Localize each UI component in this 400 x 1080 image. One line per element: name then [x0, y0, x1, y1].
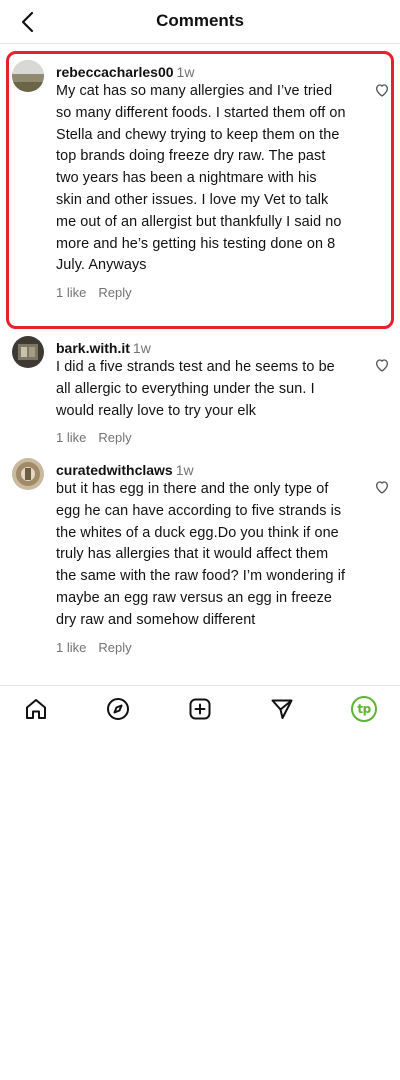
- like-count[interactable]: 1 like: [56, 430, 86, 445]
- comment-username[interactable]: curatedwithclaws: [56, 462, 173, 478]
- comment-username[interactable]: bark.with.it: [56, 340, 130, 356]
- page-title: Comments: [156, 11, 244, 30]
- avatar[interactable]: [12, 60, 44, 92]
- comment-time: 1w: [132, 340, 151, 356]
- top-header: Comments: [0, 0, 400, 44]
- avatar[interactable]: [12, 336, 44, 368]
- comment-username[interactable]: rebeccacharles00: [56, 64, 174, 80]
- tab-profile[interactable]: tp: [351, 696, 377, 722]
- create-plus-icon: [189, 698, 211, 720]
- profile-avatar-icon: tp: [357, 702, 371, 716]
- avatar[interactable]: [12, 458, 44, 490]
- comment-time: 1w: [176, 64, 195, 80]
- comment-text: I did a five strands test and he seems t…: [56, 359, 335, 419]
- tab-create[interactable]: [187, 696, 213, 722]
- reply-button[interactable]: Reply: [98, 285, 131, 300]
- heart-icon[interactable]: [374, 82, 390, 98]
- direct-send-icon: [271, 699, 293, 719]
- heart-icon[interactable]: [374, 357, 390, 373]
- reply-button[interactable]: Reply: [98, 430, 131, 445]
- heart-icon[interactable]: [374, 479, 390, 495]
- comment-time: 1w: [175, 462, 194, 478]
- home-icon: [26, 699, 46, 719]
- tab-direct[interactable]: [269, 696, 295, 722]
- reply-button[interactable]: Reply: [98, 640, 131, 655]
- like-count[interactable]: 1 like: [56, 285, 86, 300]
- tab-home[interactable]: [23, 696, 49, 722]
- bottom-tab-bar: tp: [0, 685, 400, 733]
- comment-text: but it has egg in there and the only typ…: [56, 481, 346, 628]
- explore-compass-icon: [107, 698, 129, 720]
- comment-text: My cat has so many allergies and I’ve tr…: [56, 83, 346, 274]
- tab-explore[interactable]: [105, 696, 131, 722]
- like-count[interactable]: 1 like: [56, 640, 86, 655]
